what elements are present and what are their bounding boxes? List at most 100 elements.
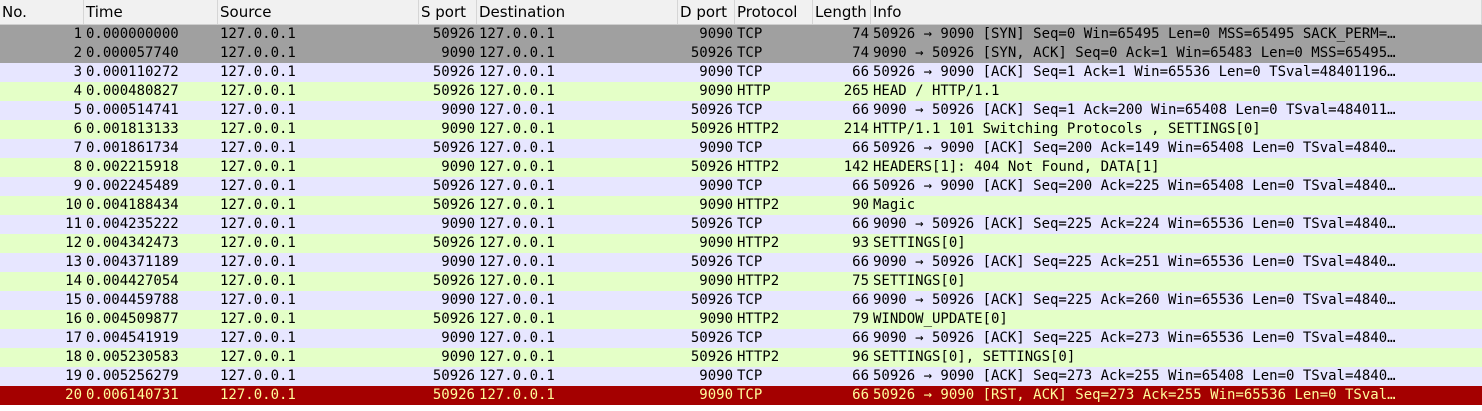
packet-no: 11 [65, 216, 82, 232]
packet-row[interactable]: 1 0.000000000 127.0.0.1 50926 127.0.0.1 9090 T… [0, 25, 1482, 44]
packet-sport: 9090 [441, 216, 475, 232]
packet-row[interactable]: 3 0.000110272 127.0.0.1 50926 127.0.0.1 9090 T… [0, 63, 1482, 82]
packet-dport: 9090 [699, 368, 733, 384]
packet-no: 5 [73, 102, 82, 118]
packet-protocol: HTTP2 [737, 273, 780, 289]
packet-time: 0.004371189 [86, 254, 179, 270]
packet-sport: 9090 [441, 254, 475, 270]
packet-row[interactable]: 14 0.004427054 127.0.0.1 50926 127.0.0.1 9090… [0, 272, 1482, 291]
packet-length: 79 [852, 311, 869, 327]
column-header-dport[interactable]: D port [678, 0, 735, 24]
packet-protocol: TCP [737, 140, 763, 156]
packet-row[interactable]: 4 0.000480827 127.0.0.1 50926 127.0.0.1 9090 H… [0, 82, 1482, 101]
packet-no: 2 [73, 45, 82, 61]
packet-row[interactable]: 15 0.004459788 127.0.0.1 9090 127.0.0.1 50926… [0, 291, 1482, 310]
packet-sport: 50926 [432, 311, 475, 327]
packet-sport: 9090 [441, 45, 475, 61]
packet-row[interactable]: 16 0.004509877 127.0.0.1 50926 127.0.0.1 9090… [0, 310, 1482, 329]
packet-protocol: HTTP [737, 83, 771, 99]
packet-dport: 9090 [699, 140, 733, 156]
packet-length: 142 [843, 159, 869, 175]
packet-info: 9090 → 50926 [ACK] Seq=225 Ack=251 Win=6… [873, 254, 1396, 270]
packet-source: 127.0.0.1 [220, 45, 296, 61]
packet-destination: 127.0.0.1 [479, 254, 555, 270]
packet-source: 127.0.0.1 [220, 349, 296, 365]
packet-row[interactable]: 9 0.002245489 127.0.0.1 50926 127.0.0.1 9090 T… [0, 177, 1482, 196]
packet-info: 50926 → 9090 [RST, ACK] Seq=273 Ack=255 … [873, 387, 1396, 403]
column-header-info[interactable]: Info [871, 0, 1482, 24]
packet-row[interactable]: 11 0.004235222 127.0.0.1 9090 127.0.0.1 50926… [0, 215, 1482, 234]
packet-time: 0.002245489 [86, 178, 179, 194]
packet-protocol: TCP [737, 64, 763, 80]
packet-info: HEADERS[1]: 404 Not Found, DATA[1] [873, 159, 1160, 175]
packet-row[interactable]: 7 0.001861734 127.0.0.1 50926 127.0.0.1 9090 T… [0, 139, 1482, 158]
packet-source: 127.0.0.1 [220, 121, 296, 137]
packet-destination: 127.0.0.1 [479, 311, 555, 327]
packet-no: 8 [73, 159, 82, 175]
packet-row[interactable]: 19 0.005256279 127.0.0.1 50926 127.0.0.1 9090… [0, 367, 1482, 386]
packet-source: 127.0.0.1 [220, 273, 296, 289]
packet-sport: 9090 [441, 349, 475, 365]
packet-row[interactable]: 18 0.005230583 127.0.0.1 9090 127.0.0.1 50926… [0, 348, 1482, 367]
packet-info: Magic [873, 197, 916, 213]
packet-sport: 50926 [432, 273, 475, 289]
packet-row[interactable]: 13 0.004371189 127.0.0.1 9090 127.0.0.1 50926… [0, 253, 1482, 272]
packet-info: 9090 → 50926 [ACK] Seq=225 Ack=273 Win=6… [873, 330, 1396, 346]
packet-destination: 127.0.0.1 [479, 121, 555, 137]
packet-no: 13 [65, 254, 82, 270]
column-header-row: No. Time Source S port Destination D por… [0, 0, 1482, 25]
packet-destination: 127.0.0.1 [479, 235, 555, 251]
packet-destination: 127.0.0.1 [479, 216, 555, 232]
packet-info: 9090 → 50926 [ACK] Seq=225 Ack=224 Win=6… [873, 216, 1396, 232]
packet-rows: 1 0.000000000 127.0.0.1 50926 127.0.0.1 9090 T… [0, 25, 1482, 405]
packet-time: 0.000000000 [86, 26, 179, 42]
packet-info: 50926 → 9090 [ACK] Seq=200 Ack=149 Win=6… [873, 140, 1396, 156]
packet-row[interactable]: 20 0.006140731 127.0.0.1 50926 127.0.0.1 9090… [0, 386, 1482, 405]
packet-no: 7 [73, 140, 82, 156]
packet-row[interactable]: 2 0.000057740 127.0.0.1 9090 127.0.0.1 50926 T… [0, 44, 1482, 63]
column-header-protocol[interactable]: Protocol [735, 0, 813, 24]
packet-no: 15 [65, 292, 82, 308]
packet-time: 0.004188434 [86, 197, 179, 213]
packet-source: 127.0.0.1 [220, 235, 296, 251]
packet-length: 66 [852, 292, 869, 308]
packet-destination: 127.0.0.1 [479, 368, 555, 384]
packet-row[interactable]: 17 0.004541919 127.0.0.1 9090 127.0.0.1 50926… [0, 329, 1482, 348]
packet-sport: 50926 [432, 83, 475, 99]
packet-destination: 127.0.0.1 [479, 83, 555, 99]
packet-row[interactable]: 6 0.001813133 127.0.0.1 9090 127.0.0.1 50926 H… [0, 120, 1482, 139]
packet-info: 50926 → 9090 [ACK] Seq=273 Ack=255 Win=6… [873, 368, 1396, 384]
packet-row[interactable]: 12 0.004342473 127.0.0.1 50926 127.0.0.1 9090… [0, 234, 1482, 253]
packet-sport: 50926 [432, 235, 475, 251]
packet-row[interactable]: 5 0.000514741 127.0.0.1 9090 127.0.0.1 50926 T… [0, 101, 1482, 120]
packet-no: 14 [65, 273, 82, 289]
packet-length: 265 [843, 83, 869, 99]
column-header-sport[interactable]: S port [419, 0, 477, 24]
packet-row[interactable]: 10 0.004188434 127.0.0.1 50926 127.0.0.1 9090… [0, 196, 1482, 215]
packet-length: 66 [852, 330, 869, 346]
packet-length: 96 [852, 349, 869, 365]
packet-sport: 9090 [441, 121, 475, 137]
packet-source: 127.0.0.1 [220, 292, 296, 308]
packet-no: 10 [65, 197, 82, 213]
packet-info: 50926 → 9090 [ACK] Seq=1 Ack=1 Win=65536… [873, 64, 1396, 80]
column-header-length[interactable]: Length [813, 0, 871, 24]
packet-length: 214 [843, 121, 869, 137]
packet-no: 4 [73, 83, 82, 99]
column-header-no[interactable]: No. [0, 0, 84, 24]
packet-dport: 9090 [699, 83, 733, 99]
packet-info: SETTINGS[0] [873, 273, 966, 289]
packet-destination: 127.0.0.1 [479, 159, 555, 175]
column-header-source[interactable]: Source [218, 0, 419, 24]
packet-protocol: HTTP2 [737, 121, 780, 137]
packet-no: 3 [73, 64, 82, 80]
packet-info: 9090 → 50926 [SYN, ACK] Seq=0 Ack=1 Win=… [873, 45, 1396, 61]
packet-dport: 50926 [690, 349, 733, 365]
packet-source: 127.0.0.1 [220, 26, 296, 42]
column-header-time[interactable]: Time [84, 0, 218, 24]
column-header-destination[interactable]: Destination [477, 0, 678, 24]
packet-dport: 9090 [699, 197, 733, 213]
packet-source: 127.0.0.1 [220, 254, 296, 270]
packet-row[interactable]: 8 0.002215918 127.0.0.1 9090 127.0.0.1 50926 H… [0, 158, 1482, 177]
packet-time: 0.004235222 [86, 216, 179, 232]
